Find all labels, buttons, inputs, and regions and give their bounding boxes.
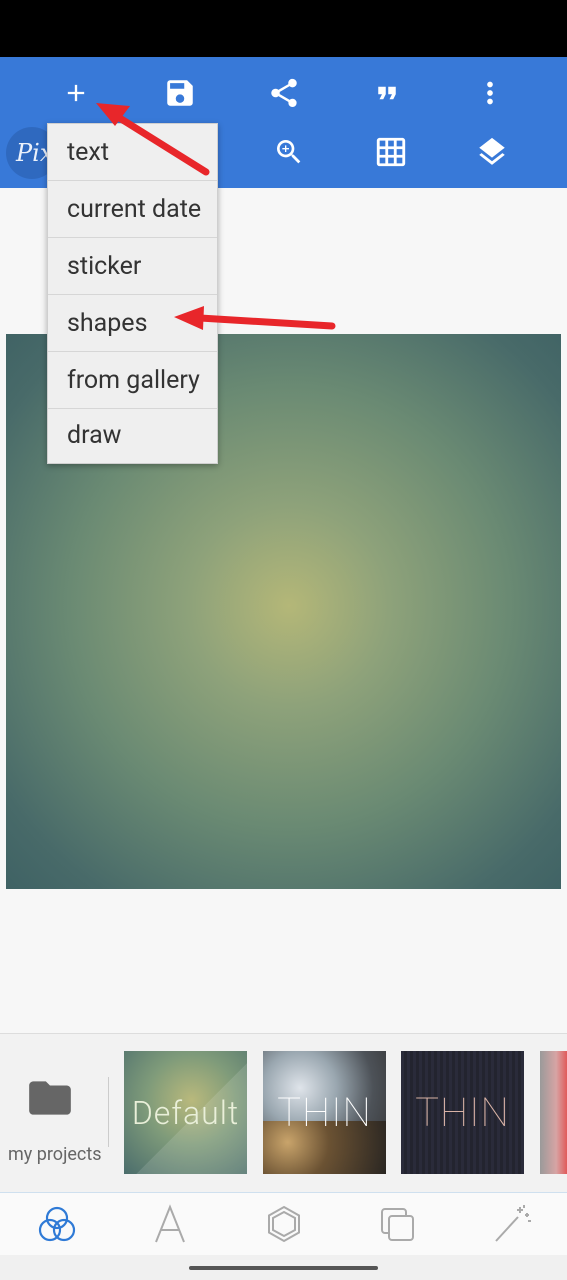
- template-thumb-default[interactable]: Default: [124, 1051, 247, 1174]
- template-thumb-thin-1[interactable]: THIN: [263, 1051, 386, 1174]
- layers-copy-icon[interactable]: [373, 1200, 421, 1248]
- template-label: THIN: [277, 1089, 372, 1136]
- template-label: Default: [131, 1093, 240, 1132]
- template-thumb-partial[interactable]: [540, 1051, 567, 1174]
- template-thumb-thin-2[interactable]: THIN: [401, 1051, 524, 1174]
- divider: [108, 1077, 109, 1147]
- my-projects-label[interactable]: my projects: [8, 1144, 102, 1165]
- magic-wand-icon[interactable]: [487, 1200, 535, 1248]
- template-label: THIN: [415, 1089, 510, 1136]
- arrow-to-add-icon: [96, 103, 210, 176]
- color-circles-icon[interactable]: [33, 1200, 81, 1248]
- arrow-to-shapes: [174, 306, 336, 330]
- folder-icon[interactable]: [24, 1073, 76, 1123]
- annotation-arrows: [96, 103, 336, 330]
- home-handle[interactable]: [189, 1266, 378, 1270]
- text-a-icon[interactable]: [146, 1200, 194, 1248]
- menu-item-draw[interactable]: draw: [48, 409, 217, 463]
- hexagon-icon[interactable]: [260, 1200, 308, 1248]
